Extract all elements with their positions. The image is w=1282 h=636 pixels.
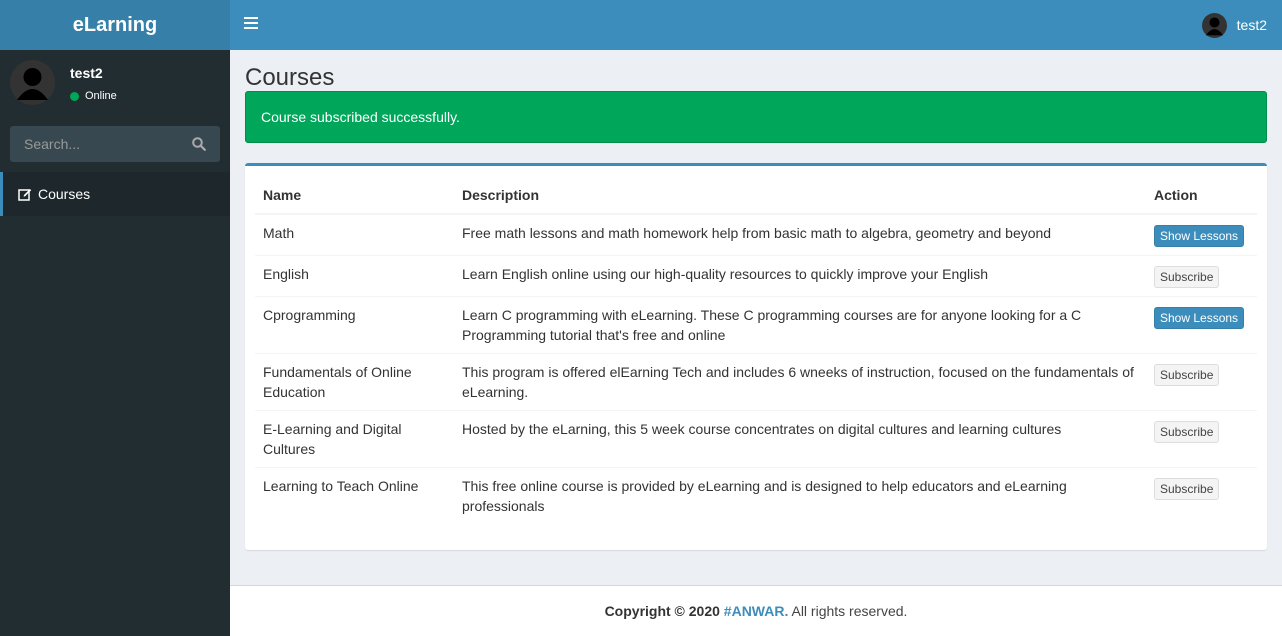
avatar <box>10 60 55 105</box>
course-description: This free online course is provided by e… <box>454 467 1146 524</box>
course-name: Learning to Teach Online <box>255 467 454 524</box>
table-header-row: Name Description Action <box>255 176 1257 215</box>
user-status: Online <box>70 90 117 102</box>
course-name: Fundamentals of Online Education <box>255 353 454 411</box>
rights-text: All rights reserved. <box>788 603 908 619</box>
course-name: English <box>255 255 454 297</box>
course-action: Subscribe <box>1146 353 1257 411</box>
course-description: Hosted by the eLarning, this 5 week cour… <box>454 410 1146 468</box>
course-description: Learn English online using our high-qual… <box>454 255 1146 297</box>
header-name: Name <box>255 176 454 215</box>
header-user-name: test2 <box>1236 17 1267 33</box>
course-name: E-Learning and Digital Cultures <box>255 410 454 468</box>
table-row: English Learn English online using our h… <box>255 255 1257 297</box>
courses-table: Name Description Action Math Free math l… <box>255 176 1257 524</box>
course-name: Cprogramming <box>255 296 454 354</box>
sidebar-item-label: Courses <box>38 186 91 202</box>
course-action: Subscribe <box>1146 467 1257 524</box>
online-status-icon <box>70 91 79 101</box>
search-input[interactable] <box>10 126 180 162</box>
course-action: Subscribe <box>1146 255 1257 297</box>
show-lessons-button[interactable]: Show Lessons <box>1154 307 1245 329</box>
header-description: Description <box>454 176 1146 215</box>
success-alert: Course subscribed successfully. <box>245 91 1267 143</box>
copyright-text: Copyright © 2020 <box>604 603 720 619</box>
app-logo[interactable]: eLarning <box>0 0 230 50</box>
table-row: Math Free math lessons and math homework… <box>255 213 1257 256</box>
edit-icon <box>18 189 32 201</box>
course-action: Show Lessons <box>1146 213 1257 256</box>
sidebar-search <box>10 126 220 162</box>
course-action: Show Lessons <box>1146 296 1257 354</box>
top-navbar: test2 <box>230 0 1282 50</box>
page-title: Courses <box>245 64 335 91</box>
user-status-label: Online <box>85 90 117 102</box>
sidebar: test2 Online Courses <box>0 50 230 636</box>
subscribe-button[interactable]: Subscribe <box>1154 421 1220 443</box>
sidebar-item-courses[interactable]: Courses <box>0 172 230 216</box>
header-action: Action <box>1146 176 1257 215</box>
user-panel: test2 Online <box>10 60 220 105</box>
course-name: Math <box>255 213 454 256</box>
course-description: Free math lessons and math homework help… <box>454 213 1146 256</box>
course-action: Subscribe <box>1146 410 1257 468</box>
subscribe-button[interactable]: Subscribe <box>1154 266 1220 288</box>
footer: Copyright © 2020 #ANWAR. All rights rese… <box>230 585 1282 636</box>
menu-toggle-icon[interactable] <box>244 17 258 31</box>
table-row: Fundamentals of Online Education This pr… <box>255 353 1257 411</box>
show-lessons-button[interactable]: Show Lessons <box>1154 225 1245 247</box>
author-link[interactable]: #ANWAR. <box>724 603 789 619</box>
table-row: E-Learning and Digital Cultures Hosted b… <box>255 410 1257 468</box>
subscribe-button[interactable]: Subscribe <box>1154 364 1220 386</box>
sidebar-user-name: test2 <box>70 65 103 81</box>
course-description: This program is offered elEarning Tech a… <box>454 353 1146 411</box>
table-row: Cprogramming Learn C programming with eL… <box>255 296 1257 354</box>
search-icon[interactable] <box>192 137 206 151</box>
course-description: Learn C programming with eLearning. Thes… <box>454 296 1146 354</box>
subscribe-button[interactable]: Subscribe <box>1154 478 1220 500</box>
table-row: Learning to Teach Online This free onlin… <box>255 467 1257 524</box>
user-avatar-icon <box>1201 12 1227 38</box>
courses-box: Name Description Action Math Free math l… <box>245 163 1267 550</box>
user-menu[interactable]: test2 <box>1201 0 1267 50</box>
